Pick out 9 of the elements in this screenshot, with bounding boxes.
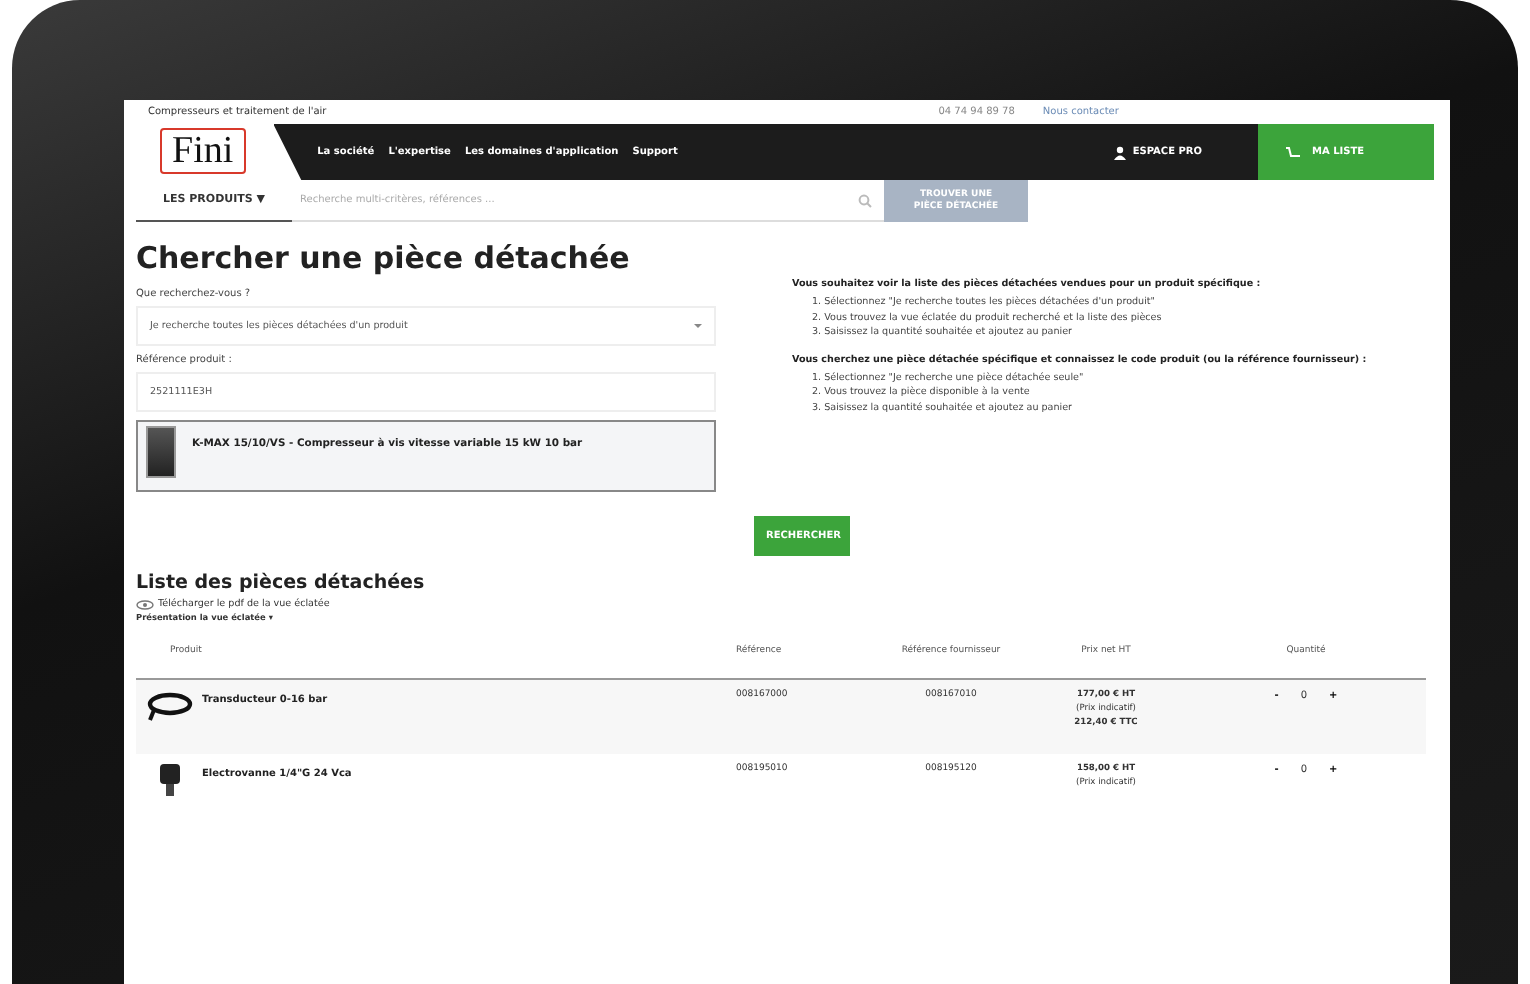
eye-icon bbox=[136, 600, 154, 610]
cable-icon bbox=[146, 690, 194, 722]
user-icon bbox=[1114, 145, 1127, 159]
cart-icon bbox=[1286, 145, 1302, 159]
caret-icon bbox=[694, 324, 702, 332]
search-icon bbox=[858, 193, 872, 207]
section-title: Liste des pièces détachées bbox=[136, 572, 427, 594]
page-title: Chercher une pièce détachée bbox=[136, 240, 632, 276]
logo[interactable]: Fini bbox=[160, 128, 246, 174]
